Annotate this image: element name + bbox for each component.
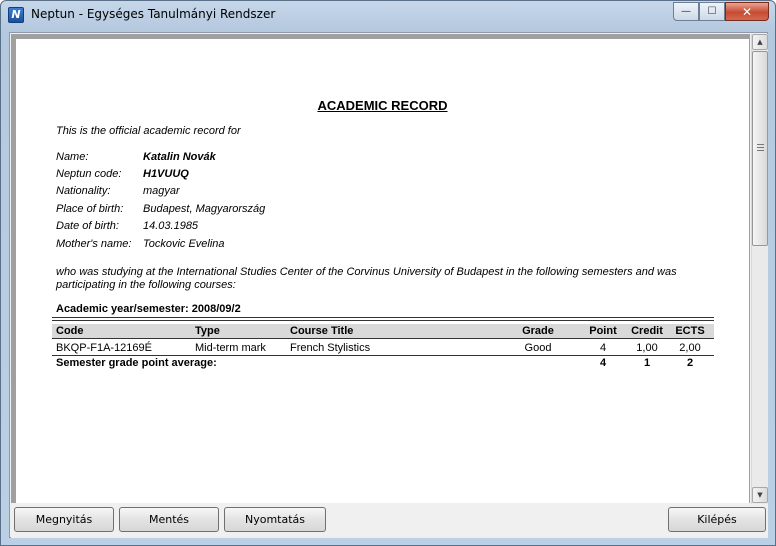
neptun-code-value: H1VUUQ — [143, 168, 189, 180]
table-cell-grade: Good — [524, 342, 552, 354]
table-header-rule — [52, 338, 714, 339]
document-viewer[interactable]: ACADEMIC RECORD This is the official aca… — [11, 34, 750, 503]
name-value: Katalin Novák — [143, 151, 216, 163]
grip-icon — [757, 144, 764, 151]
maximize-button[interactable]: ☐ — [699, 2, 725, 21]
client-area: ACADEMIC RECORD This is the official aca… — [9, 32, 768, 538]
semester-average-label: Semester grade point average: — [56, 357, 217, 369]
semester-average-point: 4 — [599, 357, 607, 369]
document-page: ACADEMIC RECORD This is the official aca… — [16, 39, 749, 503]
neptun-code-label: Neptun code: — [56, 168, 122, 180]
column-header-credit: Credit — [631, 325, 663, 337]
column-header-point: Point — [589, 325, 617, 337]
minimize-icon: — — [681, 6, 691, 17]
table-cell-point: 4 — [599, 342, 607, 354]
title-bar[interactable]: N Neptun - Egységes Tanulmányi Rendszer … — [1, 1, 775, 31]
table-cell-code: BKQP-F1A-12169É — [56, 342, 152, 354]
mothers-name-value: Tockovic Evelina — [143, 238, 225, 250]
column-header-ects: ECTS — [675, 325, 705, 337]
scroll-up-button[interactable]: ▲ — [752, 34, 768, 50]
name-label: Name: — [56, 151, 89, 163]
open-button[interactable]: Megnyitás — [14, 507, 114, 532]
scroll-down-button[interactable]: ▼ — [752, 487, 768, 503]
maximize-icon: ☐ — [707, 6, 717, 17]
table-cell-ects: 2,00 — [679, 342, 701, 354]
close-button[interactable]: ✕ — [725, 2, 769, 21]
close-icon: ✕ — [741, 4, 753, 19]
scrollbar-thumb[interactable] — [752, 51, 768, 246]
nationality-value: magyar — [143, 185, 180, 197]
document-title: ACADEMIC RECORD — [317, 98, 448, 113]
save-button[interactable]: Mentés — [119, 507, 219, 532]
intro-text: This is the official academic record for — [56, 125, 241, 137]
semester-heading: Academic year/semester: 2008/09/2 — [56, 303, 241, 315]
button-bar: Megnyitás Mentés Nyomtatás Kilépés — [11, 504, 768, 538]
semester-average-credit: 1 — [643, 357, 651, 369]
place-of-birth-value: Budapest, Magyarország — [143, 203, 266, 215]
table-row-rule — [52, 355, 714, 356]
semester-average-ects: 2 — [686, 357, 694, 369]
application-window: N Neptun - Egységes Tanulmányi Rendszer … — [0, 0, 776, 546]
column-header-type: Type — [195, 325, 220, 337]
window-controls: — ☐ ✕ — [673, 2, 769, 21]
date-of-birth-value: 14.03.1985 — [143, 220, 199, 232]
date-of-birth-label: Date of birth: — [56, 220, 119, 232]
table-cell-course-title: French Stylistics — [290, 342, 371, 354]
table-top-rule — [52, 317, 714, 321]
column-header-code: Code — [56, 325, 84, 337]
nationality-label: Nationality: — [56, 185, 111, 197]
window-title: Neptun - Egységes Tanulmányi Rendszer — [31, 7, 276, 21]
minimize-button[interactable]: — — [673, 2, 699, 21]
study-paragraph: who was studying at the International St… — [56, 266, 677, 291]
table-cell-credit: 1,00 — [636, 342, 658, 354]
arrow-down-icon: ▼ — [757, 491, 763, 499]
print-button[interactable]: Nyomtatás — [224, 507, 326, 532]
table-cell-type: Mid-term mark — [195, 342, 266, 354]
place-of-birth-label: Place of birth: — [56, 203, 124, 215]
arrow-up-icon: ▲ — [757, 38, 763, 46]
exit-button[interactable]: Kilépés — [668, 507, 766, 532]
column-header-grade: Grade — [522, 325, 554, 337]
mothers-name-label: Mother's name: — [56, 238, 132, 250]
column-header-course-title: Course Title — [290, 325, 354, 337]
neptun-app-icon: N — [8, 7, 24, 23]
vertical-scrollbar[interactable]: ▲ ▼ — [751, 34, 768, 504]
